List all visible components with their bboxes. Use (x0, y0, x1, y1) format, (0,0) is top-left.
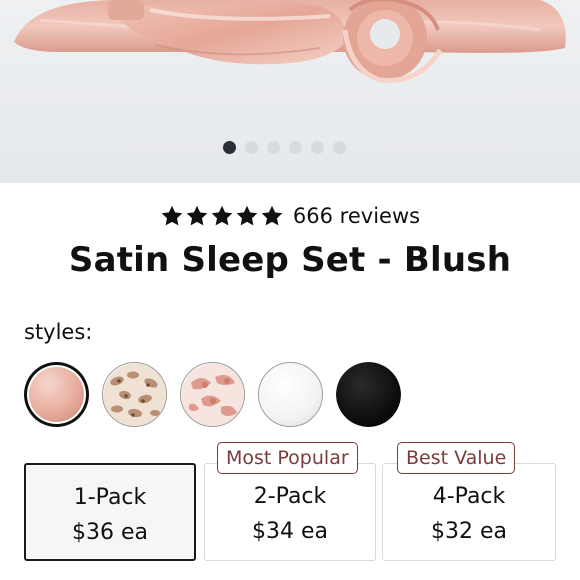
pack-options: 1-Pack $36 ea Most Popular 2-Pack $34 ea… (24, 442, 556, 563)
reviews-count[interactable]: 666 reviews (293, 204, 420, 228)
most-popular-badge: Most Popular (217, 442, 358, 474)
product-title: Satin Sleep Set - Blush (68, 240, 512, 280)
pack-price: $32 ea (430, 519, 507, 544)
tie-dye-pattern (181, 363, 244, 426)
pack-price: $36 ea (71, 520, 148, 545)
swatch-white[interactable] (258, 362, 323, 427)
swatch-tie-dye[interactable] (180, 362, 245, 427)
product-photo (14, 0, 566, 83)
star-icon (211, 205, 233, 226)
carousel-dot[interactable] (267, 141, 280, 154)
swatch-blush[interactable] (24, 362, 89, 427)
star-rating (160, 204, 284, 228)
carousel-dot[interactable] (223, 141, 236, 154)
best-value-badge: Best Value (397, 442, 516, 474)
carousel-dot[interactable] (245, 141, 258, 154)
swatch-leopard[interactable] (102, 362, 167, 427)
pack-option-4[interactable]: Best Value 4-Pack $32 ea (382, 442, 556, 561)
pack-name: 1-Pack (73, 485, 147, 510)
star-icon (161, 205, 183, 226)
product-image[interactable] (0, 0, 580, 183)
styles-label: styles: (24, 320, 93, 344)
pack-name: 2-Pack (253, 484, 327, 509)
carousel-dot[interactable] (333, 141, 346, 154)
pack-name: 4-Pack (432, 484, 506, 509)
star-icon (261, 205, 283, 226)
pack-option-2[interactable]: Most Popular 2-Pack $34 ea (204, 442, 376, 561)
star-icon (186, 205, 208, 226)
leopard-pattern (103, 363, 166, 426)
swatch-black[interactable] (336, 362, 401, 427)
star-icon (236, 205, 258, 226)
pack-price: $34 ea (251, 519, 328, 544)
carousel-dot[interactable] (311, 141, 324, 154)
pack-option-1[interactable]: 1-Pack $36 ea (24, 463, 196, 561)
rating-row[interactable]: 666 reviews (0, 204, 580, 228)
carousel-dots (223, 141, 346, 154)
style-swatches (24, 362, 401, 427)
carousel-dot[interactable] (289, 141, 302, 154)
